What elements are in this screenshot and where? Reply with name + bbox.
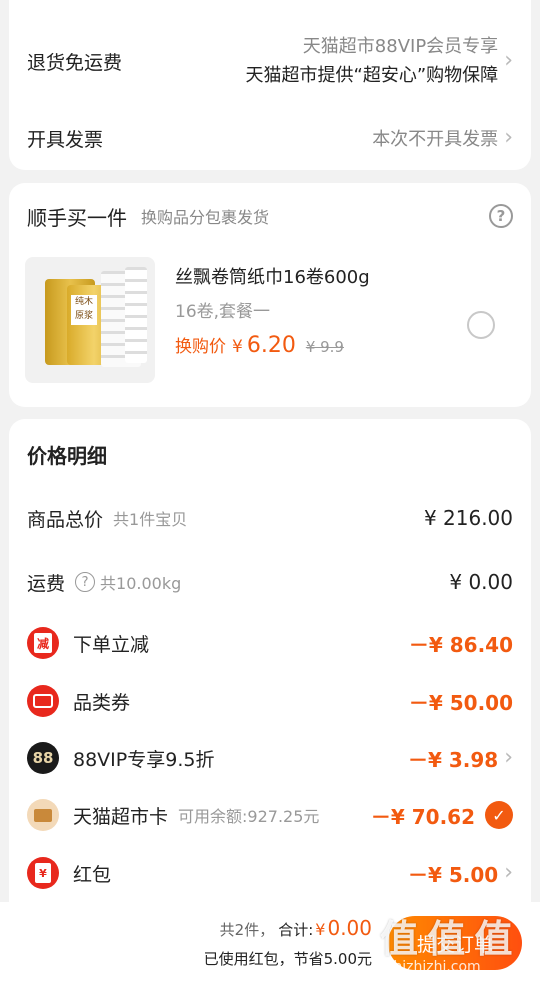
savings-text: 已使用红包，节省5.00元 <box>203 950 372 968</box>
addon-card: 顺手买一件 换购品分包裹发货 ? 纯木 原浆 丝飘卷筒纸巾16卷600g 16卷,… <box>9 183 531 407</box>
discount-row-88vip[interactable]: 88 88VIP专享9.5折 －¥ 3.98 › <box>27 740 513 776</box>
discount-row-coupon: 品类券 －¥ 50.00 <box>27 683 513 719</box>
discount-row-card[interactable]: 天猫超市卡 可用余额:927.25元 －¥ 70.62 ✓ <box>27 797 513 833</box>
discount-row-redpacket[interactable]: ¥ 红包 －¥ 5.00 › <box>27 855 513 891</box>
chevron-right-icon: › <box>504 48 513 73</box>
total-value: 0.00 <box>327 916 372 940</box>
price-label: 换购价 <box>175 337 226 357</box>
shipping-row: 运费 ? 共10.00kg ¥ 0.00 <box>27 567 513 597</box>
discount-label: 天猫超市卡 <box>73 805 169 828</box>
addon-title: 顺手买一件 <box>27 205 127 230</box>
item-count: 共2件， <box>219 921 275 939</box>
price-detail-card: 价格明细 商品总价 共1件宝贝 ¥ 216.00 运费 ? 共10.00kg ¥… <box>9 419 531 939</box>
product-spec: 16卷,套餐一 <box>175 302 271 322</box>
card-balance: 可用余额:927.25元 <box>178 807 320 826</box>
checked-icon[interactable]: ✓ <box>485 801 513 829</box>
total-currency: ¥ <box>315 920 326 939</box>
total-label: 合计: <box>278 921 314 939</box>
price-detail-title: 价格明细 <box>27 443 107 468</box>
instant-discount-icon: 减 <box>27 627 59 659</box>
help-icon[interactable]: ? <box>75 572 96 592</box>
discount-label: 红包 <box>73 863 112 886</box>
return-shipping-line1: 天猫超市88VIP会员专享 <box>302 36 499 57</box>
discount-label: 下单立减 <box>73 633 150 656</box>
shipping-value: ¥ 0.00 <box>449 570 513 594</box>
original-price: ¥ 9.9 <box>305 338 344 356</box>
discount-row-instant: 减 下单立减 －¥ 86.40 <box>27 625 513 661</box>
chevron-right-icon: › <box>504 745 513 770</box>
return-shipping-row[interactable]: 退货免运费 天猫超市88VIP会员专享 天猫超市提供“超安心”购物保障 › <box>27 30 513 92</box>
discount-value: －¥ 3.98 <box>407 747 499 772</box>
coupon-icon <box>27 685 59 717</box>
invoice-label: 开具发票 <box>27 128 104 151</box>
addon-subtitle: 换购品分包裹发货 <box>141 208 270 227</box>
select-radio[interactable] <box>467 311 495 339</box>
supermarket-card-icon <box>27 799 59 831</box>
service-card: 退货免运费 天猫超市88VIP会员专享 天猫超市提供“超安心”购物保障 › 开具… <box>9 0 531 170</box>
addon-product[interactable]: 纯木 原浆 丝飘卷筒纸巾16卷600g 16卷,套餐一 换购价 ¥ 6.20 ¥ … <box>25 257 513 383</box>
invoice-value: 本次不开具发票 <box>372 129 499 150</box>
goods-total-row: 商品总价 共1件宝贝 ¥ 216.00 <box>27 503 513 533</box>
goods-total-label: 商品总价 <box>27 508 104 531</box>
goods-total-sub: 共1件宝贝 <box>113 510 188 529</box>
invoice-row[interactable]: 开具发票 本次不开具发票 › <box>27 122 513 154</box>
product-name: 丝飘卷筒纸巾16卷600g <box>175 267 370 288</box>
shipping-sub: 共10.00kg <box>100 574 182 593</box>
product-price: 6.20 <box>246 333 296 358</box>
discount-value: －¥ 50.00 <box>408 690 513 715</box>
shipping-label: 运费 <box>27 572 66 595</box>
product-image: 纯木 原浆 <box>25 257 155 383</box>
checkout-bar: 共2件， 合计: ¥ 0.00 已使用红包，节省5.00元 提交订单 值 值 值… <box>0 902 540 988</box>
price-currency: ¥ <box>232 337 243 357</box>
watermark: 值 值 值 zhizhizhi.com <box>380 917 512 975</box>
chevron-right-icon: › <box>504 860 513 885</box>
red-packet-icon: ¥ <box>27 857 59 889</box>
chevron-right-icon: › <box>504 125 513 150</box>
help-icon[interactable]: ? <box>489 204 513 228</box>
discount-value: －¥ 86.40 <box>408 632 513 657</box>
addon-header: 顺手买一件 换购品分包裹发货 ? <box>27 201 513 231</box>
return-shipping-line2: 天猫超市提供“超安心”购物保障 <box>245 65 499 86</box>
discount-label: 88VIP专享9.5折 <box>73 748 215 771</box>
goods-total-value: ¥ 216.00 <box>423 506 513 530</box>
return-shipping-label: 退货免运费 <box>27 51 123 74</box>
discount-label: 品类券 <box>73 691 131 714</box>
discount-value: －¥ 5.00 <box>407 862 499 887</box>
vip88-icon: 88 <box>27 742 59 774</box>
discount-value: －¥ 70.62 <box>370 804 475 829</box>
price-detail-header: 价格明细 <box>27 439 513 469</box>
